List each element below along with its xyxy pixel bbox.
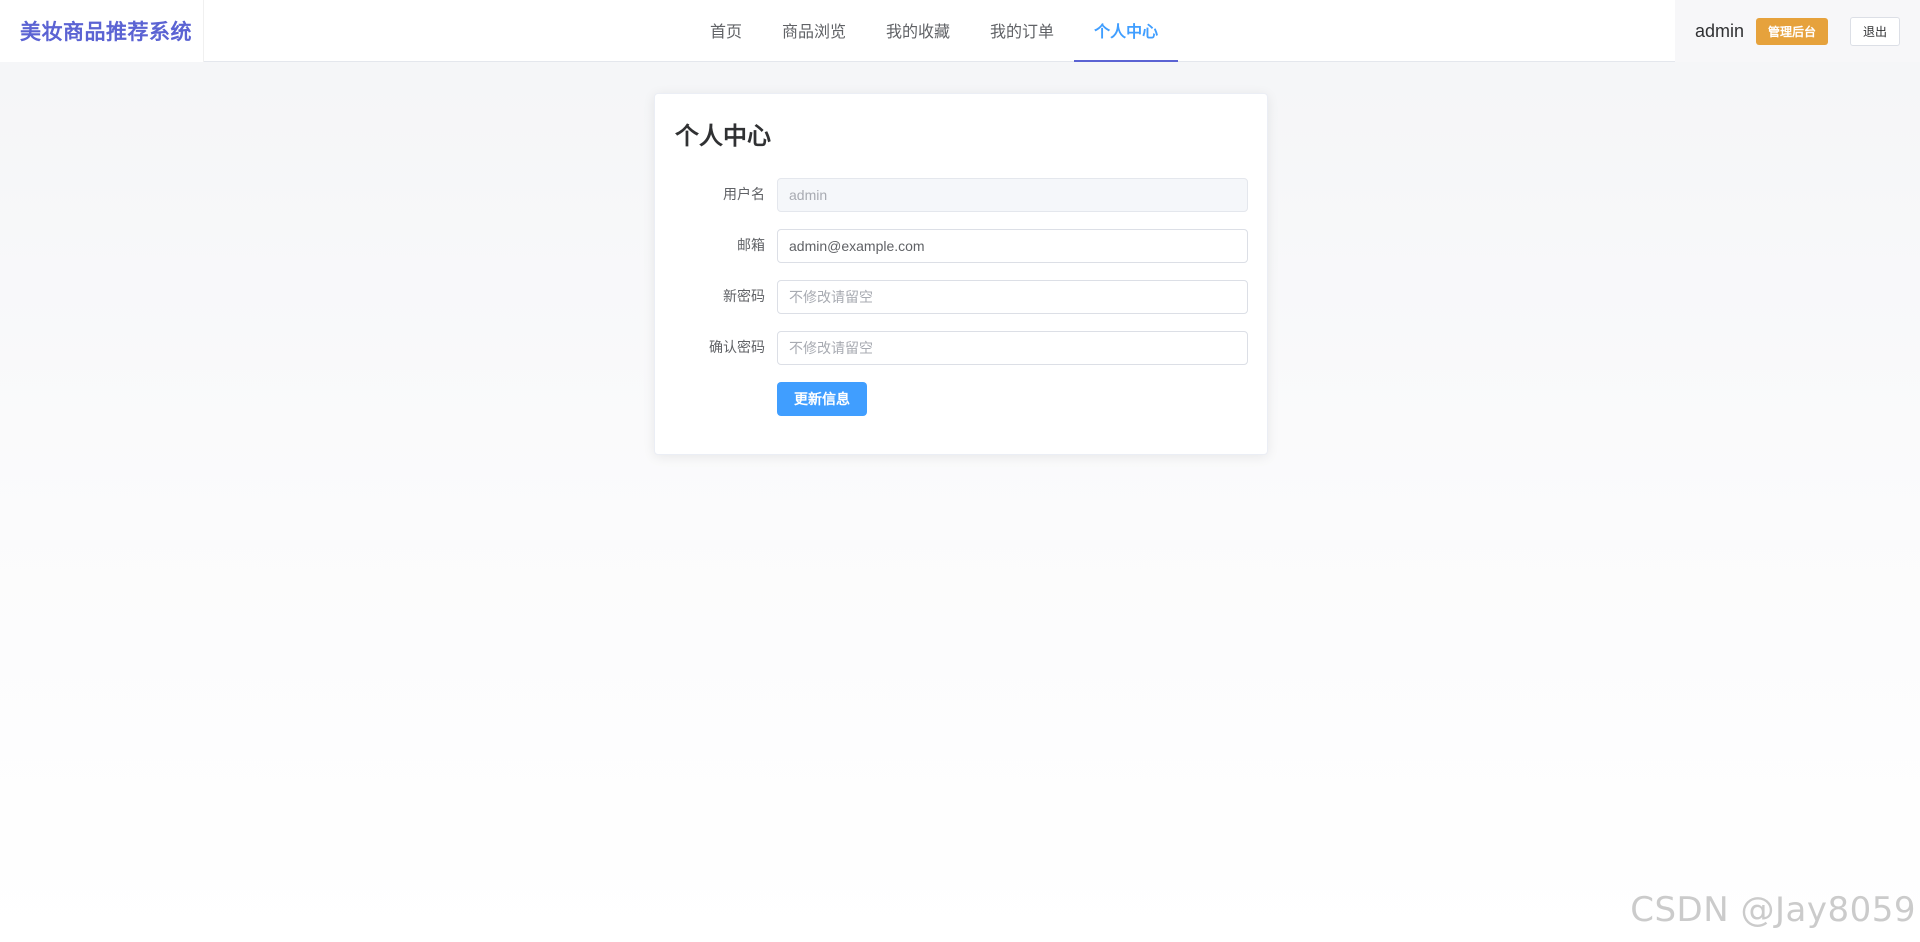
page-title: 个人中心 [675, 122, 771, 150]
nav-item-home[interactable]: 首页 [690, 0, 762, 62]
user-area: admin 管理后台 退出 [1675, 0, 1920, 62]
new-password-label: 新密码 [723, 289, 765, 305]
watermark: CSDN @Jay8059 [1630, 890, 1916, 930]
form-row-username: 用户名 [655, 178, 1269, 212]
main-nav: 首页 商品浏览 我的收藏 我的订单 个人中心 [690, 0, 1179, 62]
username-label: 用户名 [723, 187, 765, 203]
form-row-confirm-password: 确认密码 [655, 331, 1269, 365]
top-navbar: 美妆商品推荐系统 首页 商品浏览 我的收藏 我的订单 个人中心 admin 管理… [0, 0, 1920, 62]
admin-dashboard-button[interactable]: 管理后台 [1756, 17, 1829, 45]
username-input [777, 178, 1248, 212]
logo-area: 美妆商品推荐系统 [0, 0, 204, 62]
email-input[interactable] [777, 229, 1248, 263]
new-password-input[interactable] [777, 280, 1248, 314]
nav-item-profile[interactable]: 个人中心 [1074, 0, 1179, 62]
update-info-button[interactable]: 更新信息 [777, 382, 867, 416]
nav-item-orders[interactable]: 我的订单 [970, 0, 1074, 62]
confirm-password-input[interactable] [777, 331, 1248, 365]
confirm-password-label: 确认密码 [709, 340, 765, 356]
username-display: admin [1695, 20, 1745, 41]
form-row-email: 邮箱 [655, 229, 1269, 263]
app-logo[interactable]: 美妆商品推荐系统 [20, 16, 192, 46]
nav-item-browse[interactable]: 商品浏览 [762, 0, 866, 62]
form-row-new-password: 新密码 [655, 280, 1269, 314]
profile-card: 个人中心 用户名 邮箱 新密码 确认密码 更新信息 [654, 93, 1268, 455]
logout-button[interactable]: 退出 [1850, 16, 1901, 46]
email-label: 邮箱 [737, 238, 765, 254]
nav-item-favorites[interactable]: 我的收藏 [866, 0, 970, 62]
